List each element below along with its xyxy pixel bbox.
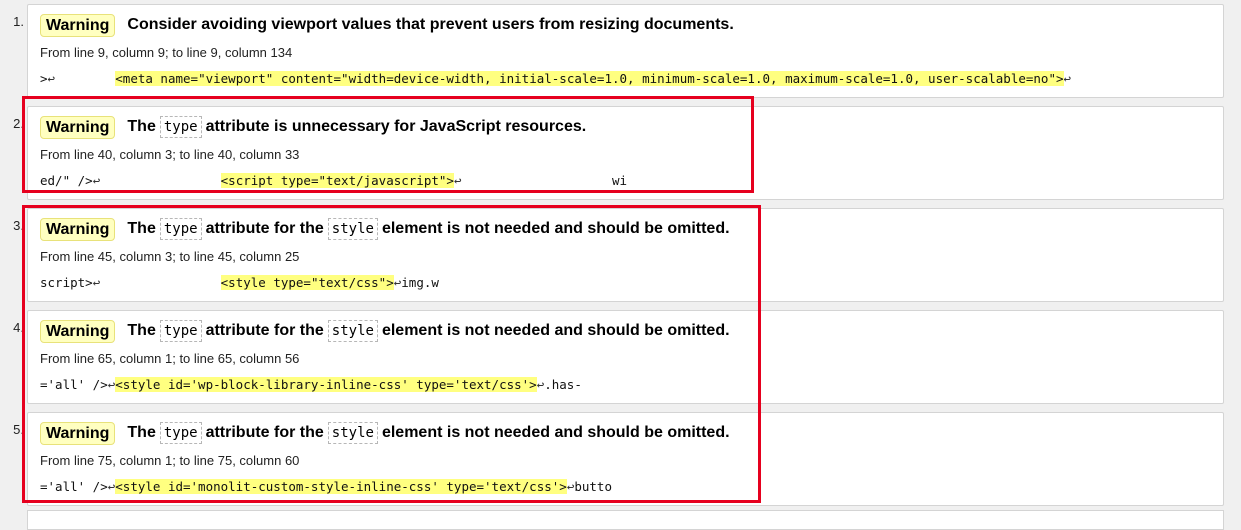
message-headline: Warning The type attribute is unnecessary f… bbox=[40, 115, 587, 139]
line-break-icon: ↩ bbox=[1063, 70, 1072, 86]
code-term: style bbox=[327, 320, 378, 342]
source-text: .has- bbox=[544, 376, 582, 392]
highlighted-source: <style id='wp-block-library-inline-css' … bbox=[115, 376, 537, 392]
source-text bbox=[100, 173, 220, 188]
source-location: From line 9, column 9; to line 9, column… bbox=[40, 45, 293, 60]
message-number: 3. bbox=[13, 218, 24, 233]
message-card: Warning The type attribute for the style elem… bbox=[27, 310, 1224, 404]
code-extract: script> ↩ <style type="text/css"> ↩ img.w bbox=[40, 272, 439, 292]
message-number: 2. bbox=[13, 116, 24, 131]
validator-results-list: 1. Warning Consider avoiding viewport valu… bbox=[0, 0, 1241, 515]
line-break-icon: ↩ bbox=[47, 70, 56, 86]
line-break-icon: ↩ bbox=[393, 274, 402, 290]
next-message-card bbox=[27, 510, 1224, 530]
message-text: element is not needed and should be omit… bbox=[381, 220, 730, 237]
line-break-icon: ↩ bbox=[453, 172, 462, 188]
highlighted-source: <script type="text/javascript"> bbox=[220, 172, 454, 188]
message-row: 4. Warning The type attribute for the style el… bbox=[0, 310, 1241, 412]
highlighted-source: <style id='monolit-custom-style-inline-c… bbox=[115, 478, 567, 494]
source-text bbox=[55, 71, 115, 86]
source-location: From line 75, column 1; to line 75, colu… bbox=[40, 453, 300, 468]
message-headline: Warning The type attribute for the style elem… bbox=[40, 421, 731, 445]
line-break-icon: ↩ bbox=[92, 274, 101, 290]
message-row: 3. Warning The type attribute for the style el… bbox=[0, 208, 1241, 310]
source-text: ed/" /> bbox=[40, 172, 93, 188]
message-row: 2. Warning The type attribute is unnecessary… bbox=[0, 106, 1241, 208]
warning-badge: Warning bbox=[40, 319, 116, 343]
code-term: type bbox=[159, 422, 202, 444]
warning-badge: Warning bbox=[40, 217, 116, 241]
message-card: Warning The type attribute for the style elem… bbox=[27, 412, 1224, 506]
message-headline: Warning Consider avoiding viewport values… bbox=[40, 13, 735, 37]
warning-badge: Warning bbox=[40, 115, 116, 139]
message-text: Consider avoiding viewport values that p… bbox=[127, 16, 734, 33]
source-location: From line 40, column 3; to line 40, colu… bbox=[40, 147, 300, 162]
highlighted-source: <meta name="viewport" content="width=dev… bbox=[115, 70, 1064, 86]
line-break-icon: ↩ bbox=[92, 172, 101, 188]
message-headline: Warning The type attribute for the style elem… bbox=[40, 319, 731, 343]
message-card: Warning The type attribute is unnecessary f… bbox=[27, 106, 1224, 200]
source-text bbox=[100, 275, 220, 290]
code-extract: ed/" /> ↩ <script type="text/javascript">… bbox=[40, 170, 627, 190]
warning-badge: Warning bbox=[40, 13, 116, 37]
source-text: butto bbox=[574, 478, 612, 494]
message-text: attribute is unnecessary for JavaScript … bbox=[205, 118, 587, 135]
message-text: attribute for the bbox=[205, 322, 324, 339]
line-break-icon: ↩ bbox=[536, 376, 545, 392]
message-number: 1. bbox=[13, 14, 24, 29]
message-text: attribute for the bbox=[205, 424, 324, 441]
code-extract: ='all' /> ↩ <style id='monolit-custom-styl… bbox=[40, 476, 612, 496]
message-text: The bbox=[127, 220, 156, 237]
code-term: style bbox=[327, 218, 378, 240]
message-text: attribute for the bbox=[205, 220, 324, 237]
code-extract: > ↩ <meta name="viewport" content="width=… bbox=[40, 68, 1071, 88]
message-text: The bbox=[127, 322, 156, 339]
source-text: ='all' /> bbox=[40, 376, 108, 392]
source-text: img.w bbox=[401, 274, 439, 290]
code-term: type bbox=[159, 116, 202, 138]
message-text: element is not needed and should be omit… bbox=[381, 424, 730, 441]
code-term: type bbox=[159, 218, 202, 240]
message-card: Warning The type attribute for the style elem… bbox=[27, 208, 1224, 302]
source-text: > bbox=[40, 70, 48, 86]
source-text: wi bbox=[461, 172, 628, 188]
source-text: script> bbox=[40, 274, 93, 290]
line-break-icon: ↩ bbox=[566, 478, 575, 494]
message-row: 1. Warning Consider avoiding viewport valu… bbox=[0, 4, 1241, 106]
line-break-icon: ↩ bbox=[107, 376, 116, 392]
source-text: ='all' /> bbox=[40, 478, 108, 494]
message-row: 5. Warning The type attribute for the style el… bbox=[0, 412, 1241, 514]
code-extract: ='all' /> ↩ <style id='wp-block-library-in… bbox=[40, 374, 582, 394]
source-location: From line 45, column 3; to line 45, colu… bbox=[40, 249, 300, 264]
highlighted-source: <style type="text/css"> bbox=[220, 274, 394, 290]
message-card: Warning Consider avoiding viewport values… bbox=[27, 4, 1224, 98]
warning-badge: Warning bbox=[40, 421, 116, 445]
message-number: 5. bbox=[13, 422, 24, 437]
message-text: element is not needed and should be omit… bbox=[381, 322, 730, 339]
message-text: The bbox=[127, 118, 156, 135]
message-number: 4. bbox=[13, 320, 24, 335]
source-location: From line 65, column 1; to line 65, colu… bbox=[40, 351, 300, 366]
line-break-icon: ↩ bbox=[107, 478, 116, 494]
message-headline: Warning The type attribute for the style elem… bbox=[40, 217, 731, 241]
code-term: style bbox=[327, 422, 378, 444]
code-term: type bbox=[159, 320, 202, 342]
message-text: The bbox=[127, 424, 156, 441]
